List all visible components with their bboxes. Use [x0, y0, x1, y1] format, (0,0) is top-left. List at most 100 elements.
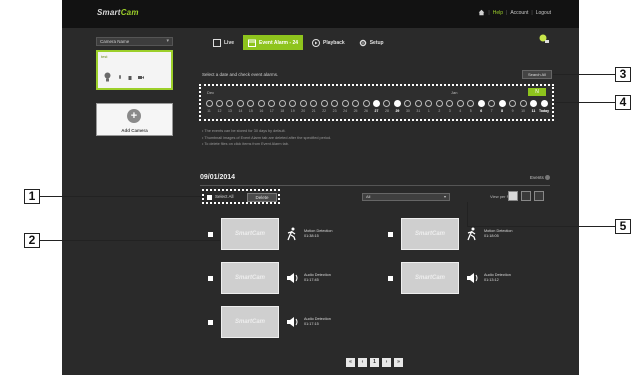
tab-playback[interactable]: Playback	[307, 35, 350, 50]
clip-thumbnail[interactable]: SmartCam	[221, 306, 279, 338]
date-dot[interactable]: 30	[404, 100, 412, 113]
date-number: 24	[343, 109, 348, 113]
date-dot[interactable]: 9	[509, 100, 517, 113]
date-dot[interactable]: 6	[477, 100, 485, 113]
date-dot[interactable]: 12	[215, 100, 223, 113]
clip-checkbox[interactable]	[388, 231, 393, 237]
clip-thumbnail[interactable]: SmartCam	[221, 262, 279, 294]
date-dot[interactable]: 13	[226, 100, 234, 113]
date-dot[interactable]: 27	[373, 100, 381, 113]
date-dot-circle	[519, 100, 527, 107]
date-dot[interactable]: 17	[268, 100, 276, 113]
top-bar: SmartCam | Help | Account | Logout	[62, 0, 579, 28]
motion-icon	[287, 227, 296, 241]
date-dot[interactable]: 14	[236, 100, 244, 113]
clip-thumbnail[interactable]: SmartCam	[401, 218, 459, 250]
tab-event-alarm[interactable]: Event Alarm - 24	[243, 35, 304, 50]
help-link[interactable]: Help	[493, 10, 503, 16]
date-dot[interactable]: Today	[539, 100, 549, 113]
add-camera-button[interactable]: + Add Camera	[96, 103, 173, 136]
date-dot[interactable]: 10	[519, 100, 527, 113]
date-dot-circle	[205, 100, 213, 107]
date-number: 27	[374, 109, 379, 113]
date-dot[interactable]: 19	[289, 100, 297, 113]
tab-setup[interactable]: Setup	[354, 35, 389, 50]
date-dot[interactable]: 21	[310, 100, 318, 113]
date-dot[interactable]: 7	[488, 100, 496, 113]
event-clip[interactable]: SmartCam Audio Detection 01:17:15	[208, 306, 331, 338]
prev-page-button[interactable]: ‹	[358, 358, 367, 367]
event-clip[interactable]: SmartCam Motion Detection 01:18:05	[388, 218, 513, 250]
date-dot-circle	[509, 100, 517, 107]
view-option-1[interactable]	[508, 191, 518, 201]
date-dot-circle	[383, 100, 391, 107]
camera-card[interactable]: test	[96, 50, 173, 90]
date-dot[interactable]: 20	[299, 100, 307, 113]
date-dot[interactable]: 29	[393, 100, 401, 113]
event-clip[interactable]: SmartCam Motion Detection 01:38:15	[208, 218, 333, 250]
event-clip[interactable]: SmartCam Audio Detection 01:17:45	[208, 262, 331, 294]
next-page-button[interactable]: ›	[382, 358, 391, 367]
video-icon[interactable]	[138, 75, 144, 80]
date-dot[interactable]: 2	[435, 100, 443, 113]
date-dot[interactable]: 28	[383, 100, 391, 113]
callout-line	[467, 226, 615, 227]
date-number: 26	[364, 109, 368, 113]
delete-button[interactable]: Delete	[247, 193, 277, 202]
date-dot[interactable]: 15	[247, 100, 255, 113]
date-dot-circle	[289, 100, 297, 107]
date-dot[interactable]: 8	[498, 100, 506, 113]
date-dot[interactable]: 4	[456, 100, 464, 113]
last-page-button[interactable]: »	[394, 358, 403, 367]
account-link[interactable]: Account	[510, 10, 528, 16]
date-dot[interactable]: 16	[257, 100, 265, 113]
camera-select[interactable]: Camera Name ▾	[96, 37, 173, 46]
month-label: Dec	[207, 90, 215, 95]
event-filter-select[interactable]: All ▾	[362, 193, 450, 201]
monitor-icon	[213, 38, 221, 47]
date-dot[interactable]: 26	[362, 100, 370, 113]
clip-checkbox[interactable]	[208, 231, 213, 237]
first-page-button[interactable]: «	[346, 358, 355, 367]
date-number: 22	[322, 109, 327, 113]
date-dot[interactable]: 1	[425, 100, 433, 113]
date-dot[interactable]: 3	[446, 100, 454, 113]
clip-checkbox[interactable]	[388, 275, 393, 281]
view-option-2[interactable]	[521, 191, 531, 201]
date-dot[interactable]: 23	[331, 100, 339, 113]
clip-checkbox[interactable]	[208, 319, 213, 325]
date-number: 5	[469, 109, 472, 113]
mic-icon[interactable]	[118, 74, 122, 80]
date-dot[interactable]: 11	[530, 100, 538, 113]
page-1-button[interactable]: 1	[370, 358, 379, 367]
date-dot[interactable]: 24	[341, 100, 349, 113]
date-number: 23	[332, 109, 337, 113]
clip-time: 01:13:12	[484, 278, 499, 282]
date-dot[interactable]: 18	[278, 100, 286, 113]
date-dot[interactable]: 22	[320, 100, 328, 113]
tab-live[interactable]: Live	[208, 35, 239, 50]
date-number: 15	[248, 109, 253, 113]
date-number: 3	[448, 109, 451, 113]
date-number: 6	[480, 109, 483, 113]
date-dot[interactable]: 5	[467, 100, 475, 113]
logout-link[interactable]: Logout	[536, 10, 551, 16]
event-clip[interactable]: SmartCam Audio Detection 01:13:12	[388, 262, 511, 294]
date-dot[interactable]: 11	[205, 100, 213, 113]
search-all-button[interactable]: Search All	[522, 70, 552, 79]
clip-checkbox[interactable]	[208, 275, 213, 281]
home-icon[interactable]	[478, 9, 485, 16]
trash-icon[interactable]	[128, 75, 132, 80]
date-dot-circle	[310, 100, 318, 107]
notification-bulb-icon[interactable]	[538, 33, 550, 45]
select-all-checkbox[interactable]	[207, 195, 212, 200]
date-dot[interactable]: 31	[414, 100, 422, 113]
brand-logo: SmartCam	[97, 8, 139, 17]
view-option-3[interactable]	[534, 191, 544, 201]
next-button[interactable]: N	[528, 88, 546, 96]
date-dot[interactable]: 25	[352, 100, 360, 113]
callout-line	[553, 74, 615, 75]
clip-thumbnail[interactable]: SmartCam	[401, 262, 459, 294]
clip-thumbnail[interactable]: SmartCam	[221, 218, 279, 250]
date-dot-circle	[425, 100, 433, 107]
